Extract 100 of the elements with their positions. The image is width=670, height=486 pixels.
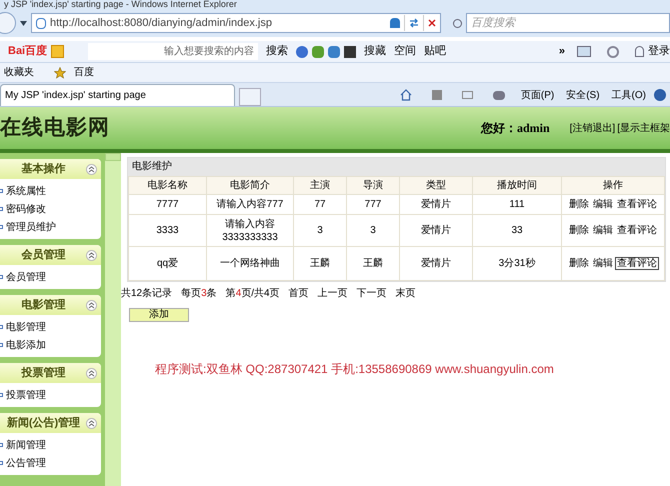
column-header: 类型 xyxy=(400,176,472,194)
collapse-icon[interactable] xyxy=(86,368,97,378)
sidebar-link[interactable]: 密码修改 xyxy=(6,202,46,216)
sidebar-link[interactable]: 公告管理 xyxy=(6,456,46,470)
table-cell: 请输入内容3333333333 xyxy=(206,214,294,246)
bullet-icon xyxy=(0,325,3,329)
header-link[interactable]: [显示主框架 xyxy=(617,120,670,136)
sidebar-link[interactable]: 电影管理 xyxy=(6,320,46,334)
browser-tab[interactable]: My JSP 'index.jsp' starting page xyxy=(0,84,235,106)
pager-link[interactable]: 首页 xyxy=(288,286,309,301)
sidebar-panel-header[interactable]: 投票管理 xyxy=(0,363,101,383)
pager-link[interactable]: 下一页 xyxy=(356,286,387,301)
column-header: 电影名称 xyxy=(128,176,206,194)
toolbar-search-field[interactable]: 输入想要搜索的内容 xyxy=(88,43,258,60)
bullet-icon xyxy=(0,207,3,211)
column-header: 导演 xyxy=(346,176,400,194)
sidebar-link[interactable]: 管理员维护 xyxy=(6,220,56,234)
menu-button[interactable]: 页面(P) xyxy=(520,88,554,102)
sidebar-panel-header[interactable]: 电影管理 xyxy=(0,295,101,315)
search-field[interactable]: 百度搜索 xyxy=(466,13,670,33)
sidebar-link[interactable]: 新闻管理 xyxy=(6,438,46,452)
bullet-icon xyxy=(0,225,3,229)
bullet-icon xyxy=(0,443,3,447)
toolbar-button[interactable]: 搜藏 xyxy=(364,43,386,60)
column-header: 主演 xyxy=(294,176,346,194)
table-cell: 爱情片 xyxy=(400,214,472,246)
table-title: 电影维护 xyxy=(128,158,665,176)
action-link[interactable]: 编辑 xyxy=(591,257,615,270)
action-link[interactable]: 查看评论 xyxy=(615,257,659,270)
table-cell: 3 xyxy=(294,214,346,246)
action-link[interactable]: 删除 xyxy=(567,198,591,211)
help-icon[interactable] xyxy=(654,89,666,101)
sidebar-link[interactable]: 投票管理 xyxy=(6,388,46,402)
action-link[interactable]: 查看评论 xyxy=(615,224,659,237)
search-button[interactable]: 搜索 xyxy=(262,43,292,60)
toolbar-button[interactable]: 贴吧 xyxy=(424,43,446,60)
toolbar-button[interactable]: 空间 xyxy=(394,43,416,60)
pager-info: 每页3条 xyxy=(181,287,217,301)
bullet-icon xyxy=(0,189,3,193)
bullet-icon xyxy=(0,343,3,347)
action-link[interactable]: 查看评论 xyxy=(615,198,659,211)
table-cell: 一个网络神曲 xyxy=(206,246,294,280)
pager-info: 第4页/共4页 xyxy=(226,286,280,301)
table-cell: 3分31秒 xyxy=(472,246,562,280)
collapse-icon[interactable] xyxy=(86,164,97,174)
action-link[interactable]: 编辑 xyxy=(591,198,615,211)
favorites-button[interactable]: 收藏夹 xyxy=(4,65,34,80)
column-header: 操作 xyxy=(562,176,664,194)
mail-icon[interactable] xyxy=(462,91,473,99)
add-button[interactable]: 添加 xyxy=(129,308,189,322)
sidebar-link[interactable]: 会员管理 xyxy=(6,270,46,284)
sidebar-link[interactable]: 电影添加 xyxy=(6,338,46,352)
table-cell: 请输入内容777 xyxy=(206,194,294,214)
address-field[interactable]: http://localhost:8080/dianying/admin/index.jsp xyxy=(31,13,441,33)
action-link[interactable]: 编辑 xyxy=(591,224,615,237)
pager-link[interactable]: 上一页 xyxy=(318,286,348,301)
bullet-icon xyxy=(0,461,3,465)
collapse-icon[interactable] xyxy=(86,418,97,428)
greeting-text: 您好：admin xyxy=(480,120,550,137)
table-cell: 王麟 xyxy=(294,246,346,280)
table-cell: 77 xyxy=(294,194,346,214)
table-cell: 33 xyxy=(472,214,562,246)
sidebar-link[interactable]: 系统属性 xyxy=(6,184,46,198)
collapse-icon[interactable] xyxy=(86,250,97,260)
page-icon xyxy=(36,18,46,28)
sidebar-panel-header[interactable]: 新闻(公告)管理 xyxy=(0,413,101,433)
table-cell: 7777 xyxy=(128,194,206,214)
sidebar-panel-header[interactable]: 会员管理 xyxy=(0,245,101,265)
footer-note: 程序测试:双鱼林 QQ:287307421 手机:13558690869 www.shuangyulin.com xyxy=(155,361,555,378)
dropdown-caret-icon[interactable] xyxy=(20,20,27,26)
baidu-logo[interactable]: Bai百度 xyxy=(8,43,48,60)
gear-icon[interactable] xyxy=(607,46,619,58)
header-link[interactable]: [注销退出] xyxy=(570,120,616,136)
column-header: 播放时间 xyxy=(472,176,562,194)
pager-info: 共12条记录 xyxy=(121,286,172,301)
table-cell: 爱情片 xyxy=(400,246,472,280)
star-icon[interactable] xyxy=(54,66,66,78)
bullet-icon xyxy=(0,275,3,279)
window-title: y JSP 'index.jsp' starting page - Windows Internet Explorer xyxy=(3,0,237,9)
home-icon[interactable] xyxy=(400,89,412,101)
collapse-icon[interactable] xyxy=(86,300,97,310)
table-cell: qq爱 xyxy=(128,246,206,280)
table-cell: 111 xyxy=(472,194,562,214)
refresh-icon[interactable] xyxy=(409,18,419,28)
action-link[interactable]: 删除 xyxy=(567,224,591,237)
bullet-icon xyxy=(0,393,3,397)
login-button[interactable]: 登录 xyxy=(648,43,670,60)
table-cell: 3333 xyxy=(128,214,206,246)
sidebar-panel-header[interactable]: 基本操作 xyxy=(0,159,101,179)
more-button[interactable]: » xyxy=(558,43,565,60)
menu-button[interactable]: 安全(S) xyxy=(566,88,600,102)
stop-icon[interactable] xyxy=(428,19,436,27)
calendar-icon[interactable] xyxy=(577,46,591,57)
favorite-link[interactable]: 百度 xyxy=(74,65,94,80)
table-cell: 3 xyxy=(346,214,400,246)
action-link[interactable]: 删除 xyxy=(567,257,591,270)
menu-button[interactable]: 工具(O) xyxy=(612,88,646,102)
table-cell: 777 xyxy=(346,194,400,214)
table-cell: 王麟 xyxy=(346,246,400,280)
pager-link[interactable]: 末页 xyxy=(396,286,416,301)
